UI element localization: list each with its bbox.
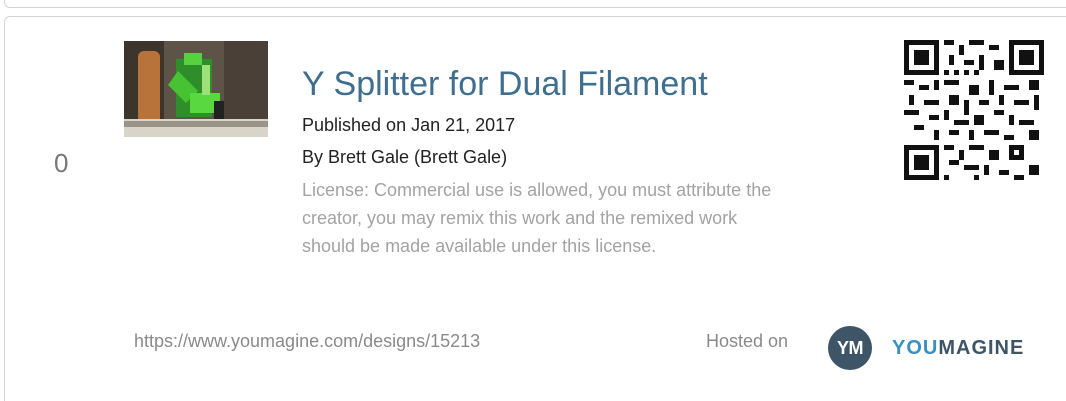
published-date: Published on Jan 21, 2017 [302, 115, 516, 135]
wordmark-you: YOU [892, 337, 939, 359]
license-text: License: Commercial use is allowed, you … [302, 180, 772, 256]
printer-photo-icon [124, 41, 268, 137]
author-line: By Brett Gale (Brett Gale) [302, 147, 508, 167]
hosted-on-label: Hosted on [706, 331, 789, 351]
wordmark-magine: MAGINE [938, 337, 1025, 359]
card-index: 0 [54, 148, 69, 178]
youmagine-logo-icon[interactable]: YM [828, 326, 872, 370]
previous-card-edge [4, 0, 1066, 8]
qr-code-icon [904, 40, 1044, 180]
design-thumbnail[interactable] [124, 41, 268, 137]
design-url[interactable]: https://www.youmagine.com/designs/15213 [134, 330, 480, 352]
youmagine-wordmark[interactable]: YOUMAGINE [892, 336, 1024, 360]
design-title[interactable]: Y Splitter for Dual Filament [302, 64, 708, 104]
qr-code [904, 40, 1044, 180]
page: 0 Y Splitter for Dual Filament Published… [0, 0, 1066, 401]
